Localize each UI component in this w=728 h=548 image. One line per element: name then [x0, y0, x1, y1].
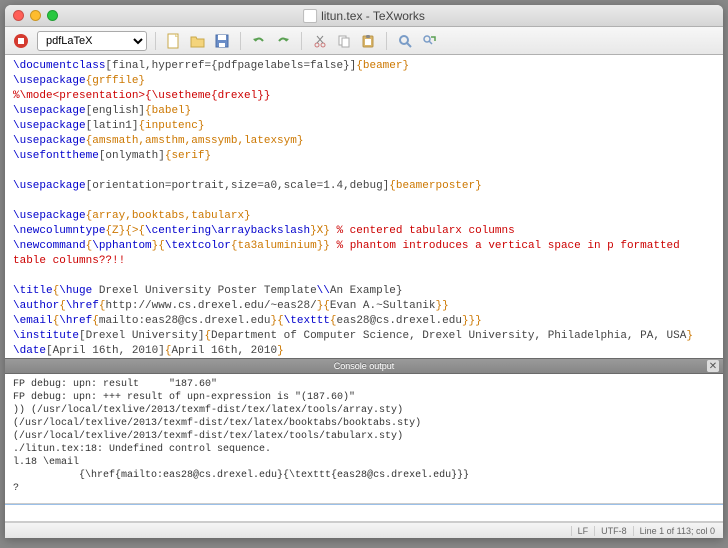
- editor-line[interactable]: \usepackage[orientation=portrait,size=a0…: [13, 179, 715, 194]
- window-title-text: litun.tex - TeXworks: [321, 9, 425, 23]
- console-header-label: Console output: [334, 361, 395, 371]
- copy-button[interactable]: [334, 31, 354, 51]
- editor-line[interactable]: table columns??!!: [13, 254, 715, 269]
- editor-line[interactable]: \usepackage{array,booktabs,tabularx}: [13, 209, 715, 224]
- editor-line[interactable]: \usepackage{grffile}: [13, 74, 715, 89]
- paste-button[interactable]: [358, 31, 378, 51]
- toolbar-separator: [155, 32, 156, 50]
- editor-line[interactable]: \usepackage{amsmath,amsthm,amssymb,latex…: [13, 134, 715, 149]
- toolbar-separator: [301, 32, 302, 50]
- console-line: (/usr/local/texlive/2013/texmf-dist/tex/…: [13, 417, 715, 430]
- console-line: FP debug: upn: result "187.60": [13, 378, 715, 391]
- console-line: {\href{mailto:eas28@cs.drexel.edu}{\text…: [13, 469, 715, 482]
- replace-button[interactable]: [419, 31, 439, 51]
- statusbar: LF UTF-8 Line 1 of 113; col 0: [5, 522, 723, 538]
- zoom-window-button[interactable]: [47, 10, 58, 21]
- editor-line[interactable]: [13, 194, 715, 209]
- console-line: ?: [13, 482, 715, 495]
- new-file-button[interactable]: [164, 31, 184, 51]
- editor-line[interactable]: %\mode<presentation>{\usetheme{drexel}}: [13, 89, 715, 104]
- typeset-button[interactable]: [11, 31, 31, 51]
- document-icon: [303, 9, 317, 23]
- console-input-row: [5, 504, 723, 522]
- minimize-window-button[interactable]: [30, 10, 41, 21]
- editor-line[interactable]: \usepackage[english]{babel}: [13, 104, 715, 119]
- console-line: (/usr/local/texlive/2013/texmf-dist/tex/…: [13, 430, 715, 443]
- editor-line[interactable]: \date[April 16th, 2010]{April 16th, 2010…: [13, 344, 715, 358]
- editor-line[interactable]: \email{\href{mailto:eas28@cs.drexel.edu}…: [13, 314, 715, 329]
- editor-line[interactable]: \newcommand{\pphantom}{\textcolor{ta3alu…: [13, 239, 715, 254]
- console-line: l.18 \email: [13, 456, 715, 469]
- editor-line[interactable]: \institute[Drexel University]{Department…: [13, 329, 715, 344]
- engine-select[interactable]: pdfLaTeX: [37, 31, 147, 51]
- status-lineending[interactable]: LF: [571, 526, 589, 536]
- toolbar: pdfLaTeX: [5, 27, 723, 55]
- editor-line[interactable]: \author{\href{http://www.cs.drexel.edu/~…: [13, 299, 715, 314]
- window-title: litun.tex - TeXworks: [303, 9, 425, 23]
- editor-line[interactable]: \documentclass[final,hyperref={pdfpagela…: [13, 59, 715, 74]
- editor-line[interactable]: \title{\huge Drexel University Poster Te…: [13, 284, 715, 299]
- status-encoding[interactable]: UTF-8: [594, 526, 627, 536]
- console-line: ./litun.tex:18: Undefined control sequen…: [13, 443, 715, 456]
- editor-line[interactable]: \usepackage[latin1]{inputenc}: [13, 119, 715, 134]
- redo-button[interactable]: [273, 31, 293, 51]
- close-window-button[interactable]: [13, 10, 24, 21]
- console-line: )) (/usr/local/texlive/2013/texmf-dist/t…: [13, 404, 715, 417]
- source-editor[interactable]: \documentclass[final,hyperref={pdfpagela…: [5, 55, 723, 358]
- open-file-button[interactable]: [188, 31, 208, 51]
- console-header[interactable]: Console output ✕: [5, 358, 723, 374]
- window-controls: [13, 10, 58, 21]
- console-line: FP debug: upn: +++ result of upn-express…: [13, 391, 715, 404]
- editor-line[interactable]: \usefonttheme[onlymath]{serif}: [13, 149, 715, 164]
- editor-line[interactable]: [13, 269, 715, 284]
- editor-line[interactable]: [13, 164, 715, 179]
- toolbar-separator: [386, 32, 387, 50]
- console-input[interactable]: [5, 505, 723, 521]
- cut-button[interactable]: [310, 31, 330, 51]
- editor-line[interactable]: \newcolumntype{Z}{>{\centering\arrayback…: [13, 224, 715, 239]
- toolbar-separator: [240, 32, 241, 50]
- app-window: litun.tex - TeXworks pdfLaTeX: [5, 5, 723, 538]
- status-position: Line 1 of 113; col 0: [633, 526, 715, 536]
- find-button[interactable]: [395, 31, 415, 51]
- save-file-button[interactable]: [212, 31, 232, 51]
- console-close-button[interactable]: ✕: [707, 360, 719, 372]
- console-output[interactable]: FP debug: upn: result "187.60"FP debug: …: [5, 374, 723, 504]
- titlebar[interactable]: litun.tex - TeXworks: [5, 5, 723, 27]
- undo-button[interactable]: [249, 31, 269, 51]
